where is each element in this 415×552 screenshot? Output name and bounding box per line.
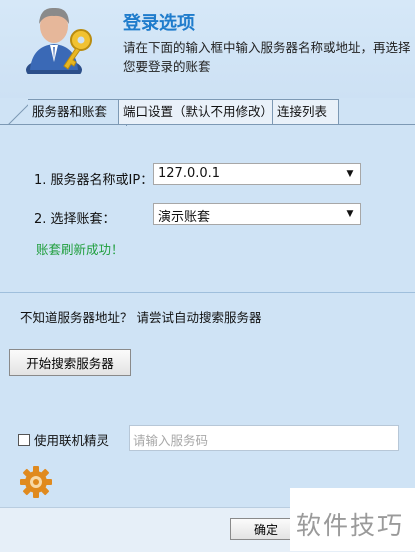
search-hint: 不知道服务器地址？ 请尝试自动搜索服务器	[20, 310, 262, 325]
online-helper-checkbox-row[interactable]: 使用联机精灵	[18, 430, 109, 449]
start-search-button[interactable]: 开始搜索服务器	[9, 349, 131, 376]
service-code-input[interactable]: 请输入服务码	[129, 425, 399, 451]
tab-connection-list[interactable]: 连接列表	[272, 99, 339, 124]
account-select[interactable]: 演示账套 ▼	[153, 203, 361, 225]
user-key-icon	[26, 7, 92, 74]
watermark: 软件技巧	[290, 488, 415, 551]
settings-gear-icon[interactable]	[19, 465, 53, 499]
account-label: 2. 选择账套：	[34, 212, 116, 227]
section-divider	[0, 292, 415, 293]
header: 登录选项 请在下面的输入框中输入服务器名称或地址，再选择您要登录的账套	[0, 0, 415, 98]
online-helper-label: 使用联机精灵	[34, 433, 110, 448]
tab-divider	[0, 124, 415, 125]
dropdown-arrow-icon[interactable]: ▼	[342, 165, 358, 183]
server-name-label: 1. 服务器名称或IP：	[34, 173, 154, 188]
server-name-combobox[interactable]: 127.0.0.1 ▼	[153, 163, 361, 185]
server-name-value: 127.0.0.1	[158, 166, 221, 181]
tab-port-settings[interactable]: 端口设置（默认不用修改）	[118, 99, 274, 124]
dialog-title: 登录选项	[123, 13, 195, 34]
online-helper-checkbox[interactable]	[18, 433, 30, 446]
dialog-description: 请在下面的输入框中输入服务器名称或地址，再选择您要登录的账套	[123, 40, 411, 74]
tab-server-and-account[interactable]: 服务器和账套	[28, 99, 127, 126]
account-value: 演示账套	[158, 210, 211, 225]
watermark-text: 软件技巧	[296, 511, 405, 540]
status-message: 账套刷新成功！	[36, 242, 124, 257]
dropdown-arrow-icon[interactable]: ▼	[342, 205, 358, 223]
